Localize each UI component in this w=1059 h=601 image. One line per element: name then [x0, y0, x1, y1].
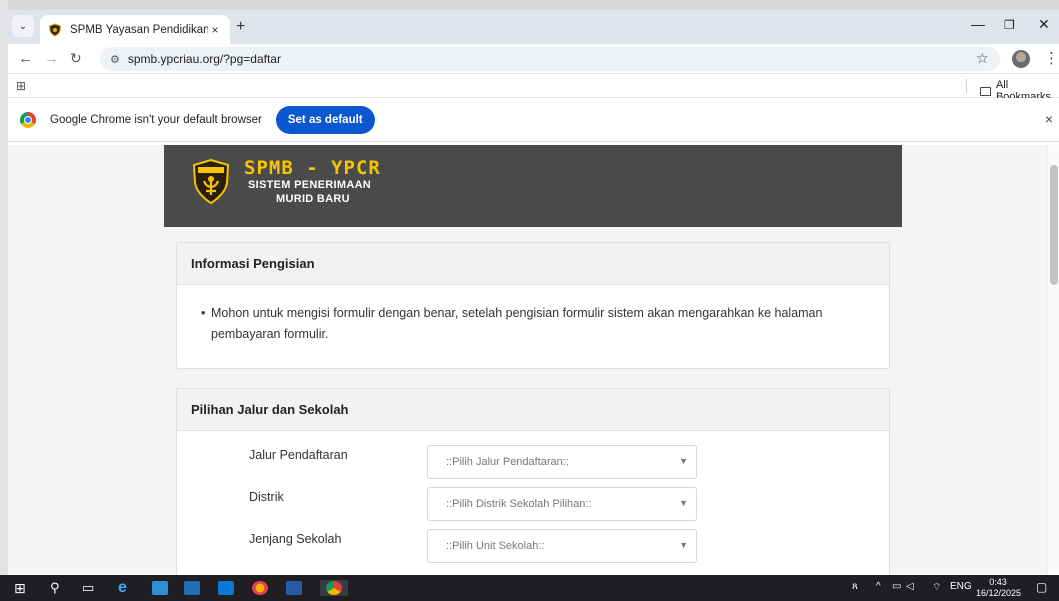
- form-row-jalur: Jalur Pendaftaran ::Pilih Jalur Pendafta…: [177, 431, 889, 479]
- task-view-icon[interactable]: ▭: [82, 580, 94, 596]
- reload-icon[interactable]: ↻: [70, 50, 82, 67]
- notification-icon[interactable]: ▢: [1036, 580, 1047, 594]
- menu-dots-icon[interactable]: ⋮: [1044, 49, 1059, 67]
- form-row-distrik: Distrik ::Pilih Distrik Sekolah Pilihan:…: [177, 473, 889, 521]
- chrome-taskbar-icon[interactable]: [320, 580, 348, 596]
- cendana-shield-logo: [192, 159, 230, 205]
- tray-chevron-up-icon[interactable]: ^: [876, 581, 881, 592]
- page-scrollbar[interactable]: [1047, 145, 1059, 575]
- minimize-icon[interactable]: —: [971, 16, 985, 32]
- folder-icon: [980, 86, 991, 96]
- search-icon[interactable]: ⚲: [50, 580, 60, 596]
- browser-toolbar: ← → ↻ ⚙ spmb.ypcriau.org/?pg=daftar ☆ ⋮: [8, 44, 1059, 74]
- apps-grid-icon[interactable]: ⊞: [16, 79, 26, 93]
- info-card: Informasi Pengisian • Mohon untuk mengis…: [176, 242, 890, 369]
- brand-title: SPMB - YPCR: [244, 157, 381, 179]
- distrik-select-value: ::Pilih Distrik Sekolah Pilihan::: [446, 498, 592, 510]
- battery-icon[interactable]: ▭: [892, 581, 901, 592]
- brand-subtitle-line1: SISTEM PENERIMAAN: [248, 179, 372, 191]
- infobar-close-icon[interactable]: ×: [1045, 111, 1053, 127]
- word-icon[interactable]: [286, 580, 302, 596]
- tab-active[interactable]: SPMB Yayasan Pendidikan Cend ×: [40, 15, 230, 44]
- info-bullet-text: Mohon untuk mengisi formulir dengan bena…: [211, 306, 823, 341]
- wifi-icon[interactable]: ⌔: [932, 581, 941, 594]
- info-card-body: • Mohon untuk mengisi formulir dengan be…: [177, 285, 889, 345]
- bullet-dot: •: [201, 306, 206, 320]
- tab-search-button[interactable]: ⌄: [12, 15, 34, 37]
- chevron-down-icon: ⌄: [18, 20, 28, 32]
- windows-start-icon[interactable]: ⊞: [14, 580, 26, 596]
- mail-icon[interactable]: [218, 580, 234, 596]
- set-default-button[interactable]: Set as default: [275, 105, 375, 134]
- language-indicator[interactable]: ENG: [950, 581, 972, 592]
- people-icon[interactable]: ጸ: [852, 581, 858, 592]
- jalur-select-value: ::Pilih Jalur Pendaftaran::: [446, 456, 569, 468]
- bookmarks-divider: [966, 79, 967, 93]
- url-text: spmb.ypcriau.org/?pg=daftar: [127, 52, 281, 66]
- distrik-label: Distrik: [249, 490, 284, 504]
- chevron-down-icon: ▼: [679, 540, 688, 550]
- taskbar-clock[interactable]: 0:43 16/12/2025: [976, 577, 1022, 599]
- chevron-down-icon: ▼: [679, 456, 688, 466]
- profile-avatar[interactable]: [1012, 50, 1030, 68]
- address-bar[interactable]: ⚙ spmb.ypcriau.org/?pg=daftar: [100, 47, 1000, 71]
- scrollbar-thumb[interactable]: [1050, 165, 1058, 285]
- tab-close-icon[interactable]: ×: [208, 23, 222, 37]
- volume-icon[interactable]: ◁: [906, 581, 914, 592]
- page-viewport: SPMB - YPCR SISTEM PENERIMAAN MURID BARU…: [8, 145, 1059, 575]
- form-card-title: Pilihan Jalur dan Sekolah: [177, 389, 889, 431]
- tab-strip: ⌄ SPMB Yayasan Pendidikan Cend × + — ❐ ✕: [8, 10, 1059, 44]
- store-icon[interactable]: [152, 580, 168, 596]
- site-header: SPMB - YPCR SISTEM PENERIMAAN MURID BARU: [164, 145, 902, 227]
- edge-browser-icon[interactable]: e: [118, 579, 127, 596]
- infobar-message: Google Chrome isn't your default browser: [50, 113, 262, 126]
- form-row-jenjang: Jenjang Sekolah ::Pilih Unit Sekolah:: ▼: [177, 515, 889, 563]
- shield-favicon-icon: [48, 22, 62, 37]
- bookmark-star-icon[interactable]: ☆: [976, 50, 989, 67]
- windows-taskbar: ⊞ ⚲ ▭ e ጸ ^ ▭ ◁ ⌔ ENG 0:43 16/12/2025 ▢: [0, 575, 1059, 601]
- file-explorer-icon[interactable]: [184, 580, 200, 596]
- new-tab-icon[interactable]: +: [236, 18, 245, 36]
- default-browser-infobar: Google Chrome isn't your default browser…: [8, 98, 1059, 142]
- jenjang-label: Jenjang Sekolah: [249, 532, 342, 546]
- jenjang-select-value: ::Pilih Unit Sekolah::: [446, 540, 545, 552]
- school-selection-card: Pilihan Jalur dan Sekolah Jalur Pendafta…: [176, 388, 890, 575]
- firefox-icon[interactable]: [252, 580, 268, 596]
- close-window-icon[interactable]: ✕: [1038, 16, 1050, 33]
- clock-date: 16/12/2025: [976, 588, 1022, 598]
- bookmarks-bar: ⊞ All Bookmarks: [8, 74, 1059, 103]
- forward-arrow-icon[interactable]: →: [44, 50, 59, 67]
- info-card-title: Informasi Pengisian: [177, 243, 889, 285]
- clock-time: 0:43: [989, 577, 1007, 587]
- chevron-down-icon: ▼: [679, 498, 688, 508]
- jenjang-select[interactable]: ::Pilih Unit Sekolah:: ▼: [427, 529, 697, 563]
- tab-title: SPMB Yayasan Pendidikan Cend: [70, 23, 208, 36]
- restore-icon[interactable]: ❐: [1004, 18, 1015, 32]
- back-arrow-icon[interactable]: ←: [18, 50, 33, 67]
- site-info-icon[interactable]: ⚙: [110, 53, 120, 66]
- jalur-label: Jalur Pendaftaran: [249, 448, 348, 462]
- desktop-edge: [0, 0, 8, 601]
- brand-subtitle-line2: MURID BARU: [276, 193, 350, 205]
- browser-window: ⌄ SPMB Yayasan Pendidikan Cend × + — ❐ ✕…: [8, 10, 1059, 575]
- chrome-logo-icon: [20, 111, 36, 128]
